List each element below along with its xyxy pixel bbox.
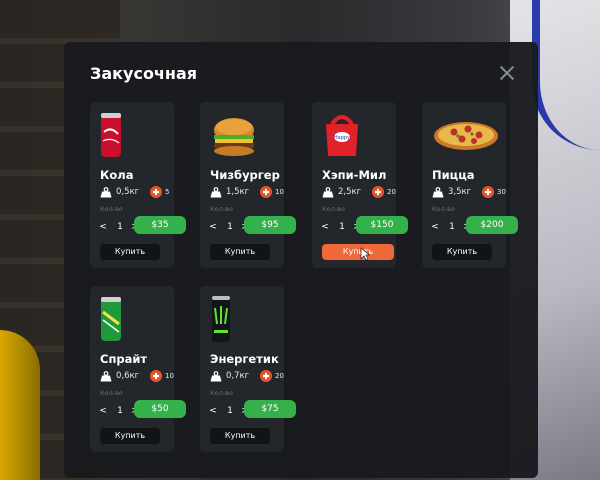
happy-meal-icon: Happy [312,110,396,160]
cheeseburger-icon [200,110,284,160]
product-card-pizza: Пицца 3,5кг 30 Кол-во < 1 > $200 Купить [422,102,518,268]
product-satiety: 5 [165,188,170,196]
buy-button[interactable]: Купить [210,428,270,444]
product-weight: 2,5кг [338,187,362,197]
quantity-label: Кол-во [432,205,455,213]
quantity-label: Кол-во [210,205,233,213]
quantity-value: 1 [117,406,123,416]
satiety-icon [482,186,494,198]
quantity-label: Кол-во [100,389,123,397]
decrease-arrow-icon[interactable]: < [98,404,108,418]
product-weight: 1,5кг [226,187,250,197]
weight-icon [322,187,334,198]
quantity-value: 1 [449,222,455,232]
svg-text:Happy: Happy [334,135,350,141]
buy-button[interactable]: Купить [100,428,160,444]
product-satiety: 30 [497,188,506,196]
buy-button[interactable]: Купить [322,244,394,260]
shop-panel: Закусочная Кола 0,5кг 5 Кол-во < 1 > [64,42,538,478]
product-name: Кола [100,168,134,182]
product-satiety: 20 [387,188,396,196]
product-card-cheeseburger: Чизбургер 1,5кг 10 Кол-во < 1 > $95 Купи… [200,102,296,268]
quantity-value: 1 [227,406,233,416]
weight-icon [432,187,444,198]
product-name: Хэпи-Мил [322,168,387,182]
close-icon[interactable] [498,64,516,82]
satiety-icon [260,370,272,382]
quantity-value: 1 [227,222,233,232]
satiety-icon [372,186,384,198]
decrease-arrow-icon[interactable]: < [98,220,108,234]
price-badge: $150 [356,216,408,234]
buy-button[interactable]: Купить [210,244,270,260]
satiety-icon [260,186,272,198]
cola-can-icon [90,110,174,160]
price-badge: $95 [244,216,296,234]
price-badge: $75 [244,400,296,418]
price-badge: $50 [134,400,186,418]
decrease-arrow-icon[interactable]: < [208,404,218,418]
product-weight: 0,7кг [226,371,250,381]
product-name: Пицца [432,168,475,182]
quantity-value: 1 [117,222,123,232]
product-weight: 0,5кг [116,187,140,197]
weight-icon [210,187,222,198]
weight-icon [100,187,112,198]
product-name: Чизбургер [210,168,280,182]
weight-icon [210,371,222,382]
product-name: Энергетик [210,352,279,366]
decrease-arrow-icon[interactable]: < [320,220,330,234]
decrease-arrow-icon[interactable]: < [430,220,440,234]
sprite-can-icon [90,294,174,344]
product-weight: 3,5кг [448,187,472,197]
product-card-cola: Кола 0,5кг 5 Кол-во < 1 > $35 Купить [90,102,186,268]
mouse-cursor-icon [360,247,370,261]
energy-drink-icon [200,294,284,344]
decrease-arrow-icon[interactable]: < [208,220,218,234]
product-card-happy-meal: Happy Хэпи-Мил 2,5кг 20 Кол-во < 1 > $15… [312,102,408,268]
product-weight: 0,6кг [116,371,140,381]
buy-button[interactable]: Купить [100,244,160,260]
product-card-energy-drink: Энергетик 0,7кг 20 Кол-во < 1 > $75 Купи… [200,286,296,452]
price-badge: $200 [466,216,518,234]
quantity-value: 1 [339,222,345,232]
satiety-icon [150,370,162,382]
quantity-label: Кол-во [322,205,345,213]
quantity-label: Кол-во [210,389,233,397]
product-name: Спрайт [100,352,148,366]
product-card-sprite: Спрайт 0,6кг 10 Кол-во < 1 > $50 Купить [90,286,186,452]
weight-icon [100,371,112,382]
product-satiety: 10 [275,188,284,196]
satiety-icon [150,186,162,198]
buy-button[interactable]: Купить [432,244,492,260]
pizza-icon [422,110,506,160]
quantity-label: Кол-во [100,205,123,213]
price-badge: $35 [134,216,186,234]
product-satiety: 10 [165,372,174,380]
panel-title: Закусочная [90,64,198,83]
product-satiety: 20 [275,372,284,380]
background-object [0,330,40,480]
